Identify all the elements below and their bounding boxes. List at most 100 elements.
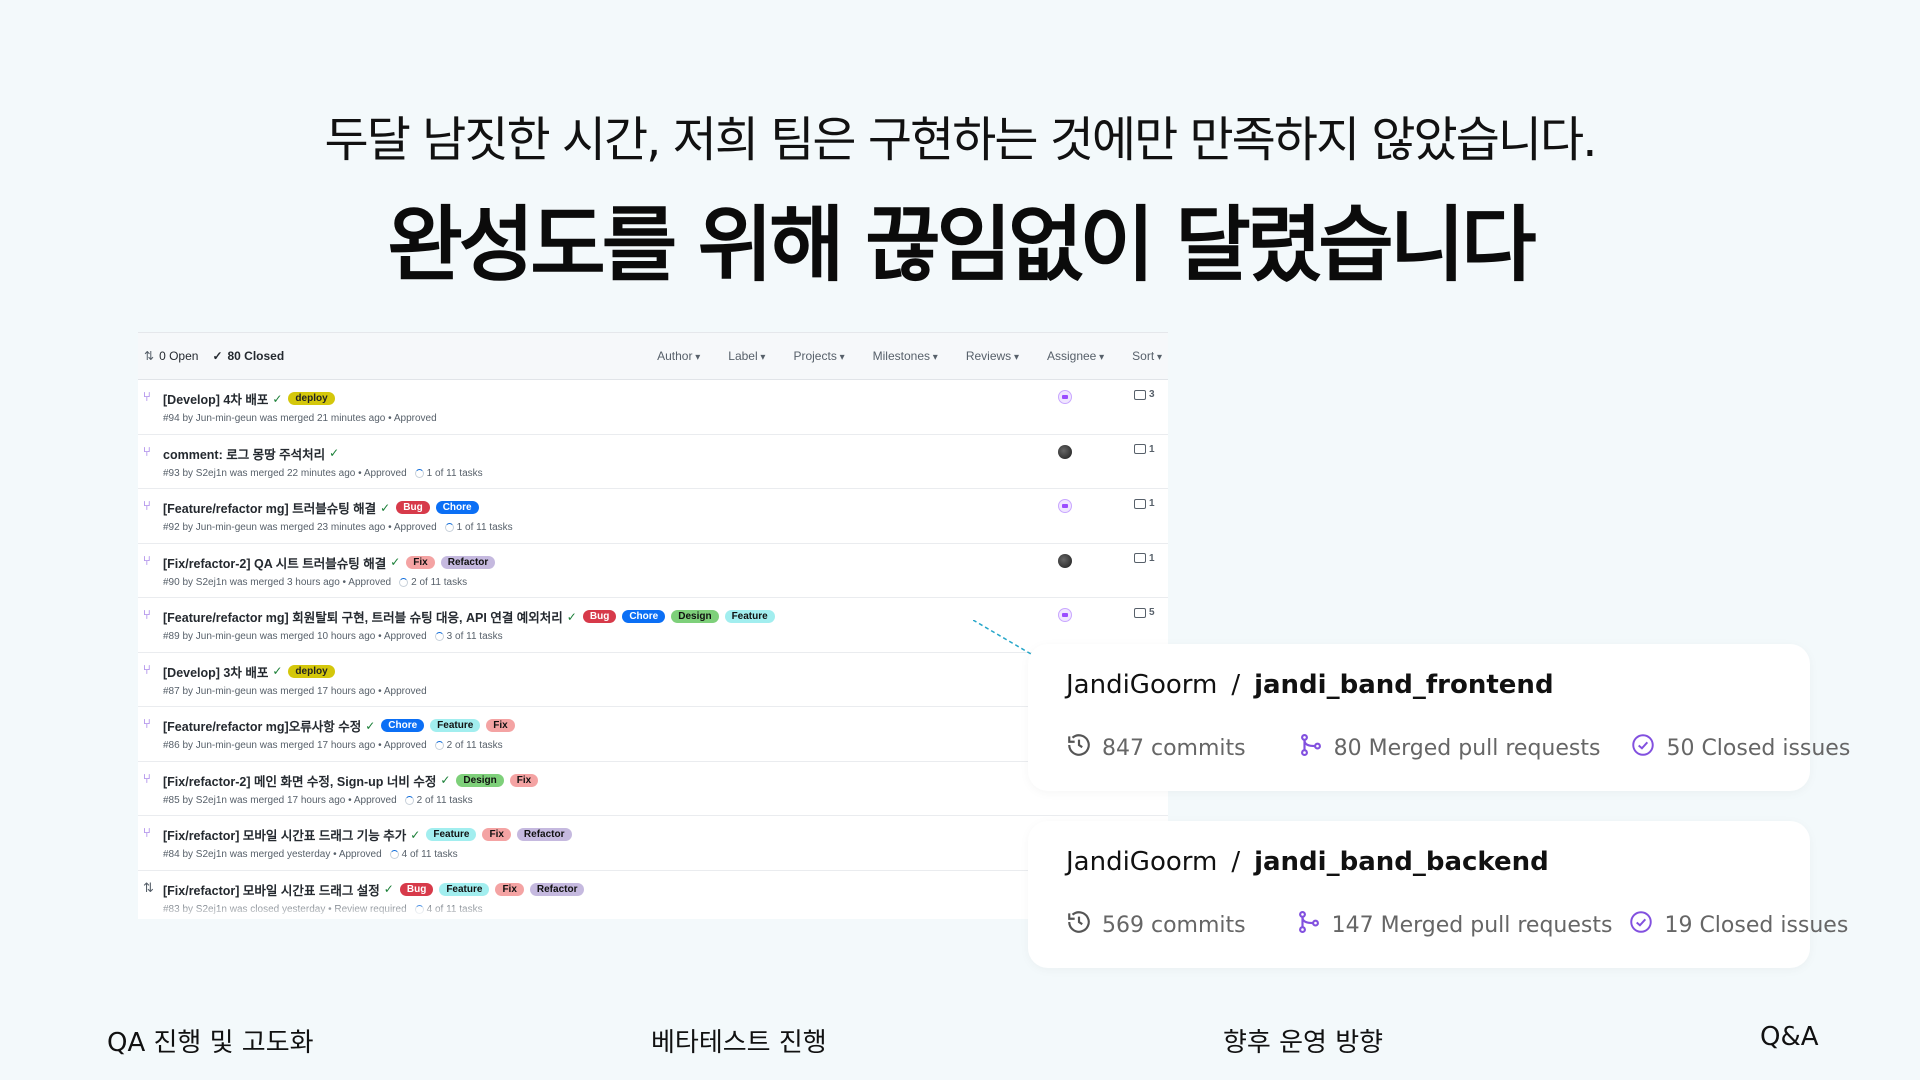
closed-issues-stat: 19 Closed issues — [1628, 909, 1848, 941]
avatar[interactable] — [1058, 608, 1072, 622]
comment-count[interactable]: 5 — [1134, 607, 1155, 618]
filter-bar: Author Label Projects Milestones Reviews Assi… — [629, 349, 1162, 363]
repo-separator: / — [1231, 670, 1241, 700]
merge-icon — [1296, 909, 1322, 941]
label-feature[interactable]: Feature — [439, 882, 490, 896]
label-refactor[interactable]: Refactor — [440, 555, 496, 569]
filter-milestones[interactable]: Milestones — [873, 349, 938, 363]
pr-row[interactable]: ⑂ [Develop] 3차 배포 ✓ deploy #87 by Jun-min-ge… — [138, 653, 1168, 707]
pr-title[interactable]: [Fix/refactor] 모바일 시간표 드래그 설정 — [163, 880, 380, 899]
pr-title[interactable]: [Fix/refactor-2] QA 시트 트러블슈팅 해결 — [163, 553, 386, 572]
comment-icon — [1134, 389, 1146, 400]
merged-prs-stat: 147 Merged pull requests — [1296, 909, 1612, 941]
task-count: 1 of 11 tasks — [426, 467, 483, 479]
connector-line — [973, 620, 1032, 655]
pr-row[interactable]: ⑂ [Feature/refactor mg]오류사항 수정 ✓ Chore Featu… — [138, 707, 1168, 762]
repo-stats: 569 commits 147 Merged pull requests 19 Cl… — [1066, 909, 1848, 941]
label-deploy[interactable]: deploy — [288, 392, 335, 405]
nav-qa[interactable]: QA 진행 및 고도화 — [107, 1022, 314, 1059]
label-chore[interactable]: Chore — [381, 719, 425, 732]
pr-row[interactable]: ⑂ [Fix/refactor-2] QA 시트 트러블슈팅 해결 ✓ Fix Refa… — [138, 544, 1168, 598]
label-refactor[interactable]: Refactor — [529, 882, 585, 896]
label-feature[interactable]: Feature — [430, 719, 481, 732]
comment-count[interactable]: 3 — [1134, 389, 1155, 400]
label-design[interactable]: Design — [456, 773, 504, 787]
open-filter[interactable]: ⇅ 0 Open — [144, 349, 198, 363]
check-icon: ✓ — [410, 827, 421, 842]
filter-reviews[interactable]: Reviews — [966, 349, 1019, 363]
progress-ring-icon — [404, 795, 414, 805]
open-count: 0 Open — [159, 349, 199, 363]
pr-merged-icon: ⑂ — [143, 389, 151, 404]
history-icon — [1066, 909, 1092, 941]
nav-qna[interactable]: Q&A — [1760, 1022, 1819, 1052]
repo-path[interactable]: JandiGoorm / jandi_band_backend — [1066, 847, 1549, 877]
pr-title[interactable]: [Fix/refactor] 모바일 시간표 드래그 기능 추가 — [163, 825, 406, 844]
pr-title[interactable]: [Fix/refactor-2] 메인 화면 수정, Sign-up 너비 수정 — [163, 771, 436, 790]
nav-future-plans[interactable]: 향후 운영 방향 — [1223, 1022, 1383, 1059]
pr-row[interactable]: ⑂ [Develop] 4차 배포 ✓ deploy #94 by Jun-min-ge… — [138, 380, 1168, 435]
closed-count: 80 Closed — [227, 349, 285, 363]
pr-merged-icon: ⑂ — [143, 661, 151, 677]
comment-count[interactable]: 1 — [1134, 553, 1155, 564]
check-icon: ✓ — [383, 882, 394, 896]
pr-row[interactable]: ⑂ [Fix/refactor-2] 메인 화면 수정, Sign-up 너비 수… — [138, 762, 1168, 816]
pull-request-icon: ⇅ — [144, 349, 155, 363]
commit-count: 847 commits — [1102, 735, 1246, 761]
pr-row[interactable]: ⑂ [Fix/refactor] 모바일 시간표 드래그 기능 추가 ✓ Featur… — [138, 816, 1168, 871]
label-refactor[interactable]: Refactor — [516, 828, 572, 841]
pr-title[interactable]: [Develop] 4차 배포 — [163, 389, 268, 408]
comment-number: 1 — [1149, 498, 1155, 509]
filter-label[interactable]: Label — [728, 349, 765, 363]
comment-count[interactable]: 1 — [1134, 444, 1155, 455]
pr-meta: #87 by Jun-min-geun was merged 17 hours … — [163, 685, 427, 697]
pr-title[interactable]: [Develop] 3차 배포 — [163, 662, 268, 681]
pr-meta: #84 by S2ej1n was merged yesterday • App… — [163, 849, 382, 860]
nav-beta-test[interactable]: 베타테스트 진행 — [651, 1022, 827, 1059]
label-bug[interactable]: Bug — [399, 882, 434, 896]
comment-count[interactable]: 1 — [1134, 498, 1155, 509]
label-fix[interactable]: Fix — [509, 773, 539, 787]
label-feature[interactable]: Feature — [724, 610, 775, 623]
label-fix[interactable]: Fix — [406, 555, 435, 569]
pr-title[interactable]: [Feature/refactor mg] 트러블슈팅 해결 — [163, 498, 376, 517]
pr-merged-icon: ⑂ — [143, 552, 151, 568]
task-count: 1 of 11 tasks — [456, 522, 513, 533]
comment-number: 1 — [1149, 552, 1155, 564]
pr-title[interactable]: [Feature/refactor mg]오류사항 수정 — [163, 716, 361, 735]
pr-title[interactable]: comment: 로그 몽땅 주석처리 — [163, 444, 325, 463]
label-chore[interactable]: Chore — [435, 501, 479, 514]
label-deploy[interactable]: deploy — [288, 664, 335, 678]
label-fix[interactable]: Fix — [482, 828, 511, 841]
label-bug[interactable]: Bug — [396, 501, 430, 514]
filter-projects[interactable]: Projects — [793, 349, 844, 363]
repo-name: jandi_band_frontend — [1254, 670, 1554, 700]
filter-assignee[interactable]: Assignee — [1047, 349, 1104, 363]
label-design[interactable]: Design — [671, 610, 719, 623]
avatar[interactable] — [1058, 390, 1072, 404]
avatar[interactable] — [1058, 553, 1072, 568]
repo-name: jandi_band_backend — [1254, 847, 1549, 877]
progress-ring-icon — [389, 850, 399, 859]
pr-meta: #86 by Jun-min-geun was merged 17 hours … — [163, 740, 427, 751]
filter-author[interactable]: Author — [657, 349, 700, 363]
check-icon: ✓ — [390, 555, 401, 569]
label-fix[interactable]: Fix — [486, 719, 515, 732]
check-circle-icon — [1630, 732, 1656, 764]
label-bug[interactable]: Bug — [582, 610, 617, 623]
label-fix[interactable]: Fix — [495, 882, 524, 896]
pr-title[interactable]: [Feature/refactor mg] 회원탈퇴 구현, 트러블 슈팅 대응… — [163, 607, 563, 626]
repo-separator: / — [1231, 847, 1241, 877]
closed-filter[interactable]: ✓ 80 Closed — [212, 349, 284, 363]
avatar[interactable] — [1058, 499, 1072, 513]
avatar[interactable] — [1058, 444, 1072, 459]
label-feature[interactable]: Feature — [426, 828, 477, 841]
pr-closed-icon: ⇅ — [143, 879, 154, 895]
pr-row[interactable]: ⑂ [Feature/refactor mg] 트러블슈팅 해결 ✓ Bug Chore… — [138, 489, 1168, 544]
repo-owner: JandiGoorm — [1066, 670, 1218, 700]
pr-row[interactable]: ⑂ comment: 로그 몽땅 주석처리 ✓ #93 by S2ej1n was m… — [138, 435, 1168, 489]
filter-sort[interactable]: Sort — [1132, 349, 1162, 363]
repo-path[interactable]: JandiGoorm / jandi_band_frontend — [1066, 670, 1554, 700]
label-chore[interactable]: Chore — [622, 610, 666, 623]
commits-stat: 847 commits — [1066, 732, 1246, 764]
